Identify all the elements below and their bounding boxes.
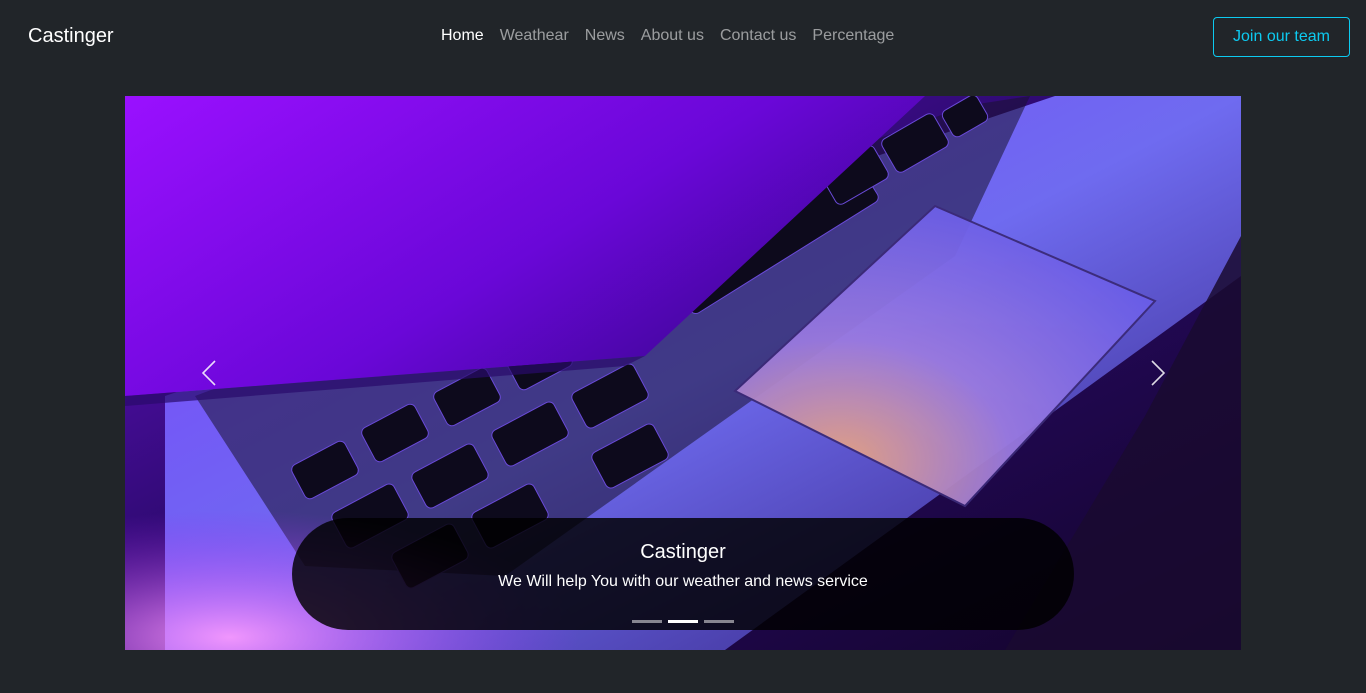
chevron-left-icon <box>201 360 216 386</box>
chevron-right-icon <box>1151 360 1166 386</box>
carousel-indicator[interactable] <box>668 620 698 623</box>
join-team-button[interactable]: Join our team <box>1213 17 1350 57</box>
navbar: Castinger Home Weathear News About us Co… <box>0 0 1366 72</box>
nav-link-percentage[interactable]: Percentage <box>804 24 902 48</box>
nav-links: Home Weathear News About us Contact us P… <box>433 24 902 48</box>
brand-logo[interactable]: Castinger <box>28 24 114 48</box>
carousel-next-button[interactable] <box>1142 358 1172 388</box>
nav-link-contact[interactable]: Contact us <box>712 24 804 48</box>
nav-link-news[interactable]: News <box>577 24 633 48</box>
carousel-indicator[interactable] <box>704 620 734 623</box>
carousel-indicators <box>292 620 1074 623</box>
nav-link-weather[interactable]: Weathear <box>492 24 577 48</box>
hero-carousel: Castinger We Will help You with our weat… <box>125 96 1241 650</box>
carousel-indicator[interactable] <box>632 620 662 623</box>
nav-link-about[interactable]: About us <box>633 24 712 48</box>
caption-title: Castinger <box>640 541 726 563</box>
caption-text: We Will help You with our weather and ne… <box>498 573 868 590</box>
carousel-caption: Castinger We Will help You with our weat… <box>292 518 1074 630</box>
carousel-prev-button[interactable] <box>195 358 225 388</box>
nav-link-home[interactable]: Home <box>433 24 492 48</box>
